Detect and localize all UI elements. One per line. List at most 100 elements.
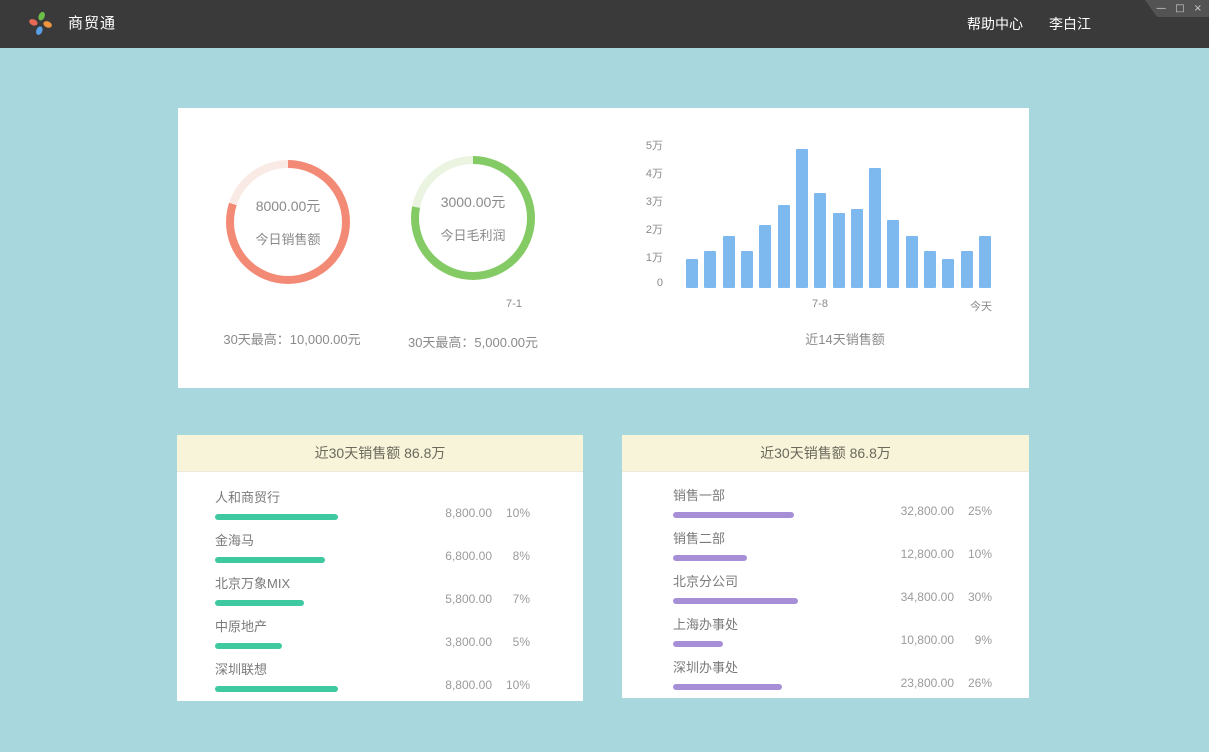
- department-name: 销售一部: [673, 485, 874, 504]
- department-value: 10,800.00 9%: [874, 633, 992, 647]
- today-profit-label: 今日毛利润: [440, 225, 505, 244]
- department-name: 销售二部: [673, 528, 874, 547]
- customer-progress-bar: [215, 557, 325, 563]
- department-progress-bar: [673, 598, 798, 604]
- daily-sales-bar: [851, 209, 863, 288]
- app-window: { "titlebar": { "app_title": "商贸通", "hel…: [0, 0, 1209, 752]
- customers-rows: 人和商贸行 8,800.00 10% 金海马 6,800.00 8% 北京万象M…: [177, 472, 583, 692]
- department-value: 12,800.00 10%: [874, 547, 992, 561]
- customer-name: 深圳联想: [215, 659, 412, 678]
- x-tick-mid-day: 7-8: [812, 298, 828, 310]
- minimize-icon[interactable]: —: [1156, 4, 1166, 14]
- department-name: 深圳办事处: [673, 657, 874, 676]
- customer-value: 5,800.00 7%: [412, 592, 530, 606]
- department-row: 深圳办事处 23,800.00 26%: [673, 657, 992, 690]
- user-name-link[interactable]: 李白江: [1049, 14, 1091, 34]
- y-tick: 4万: [646, 165, 663, 181]
- today-profit-value: 3000.00元: [441, 192, 506, 212]
- department-amount: 32,800.00: [901, 504, 954, 518]
- sales-14day-bar-chart: [686, 148, 991, 288]
- customer-amount: 5,800.00: [445, 592, 492, 606]
- customer-progress-bar: [215, 686, 338, 692]
- department-amount: 23,800.00: [901, 676, 954, 690]
- customer-progress-bar: [215, 600, 304, 606]
- department-percent: 30%: [954, 590, 992, 604]
- customer-amount: 8,800.00: [445, 678, 492, 692]
- daily-sales-bar: [979, 236, 991, 288]
- app-title: 商贸通: [68, 0, 116, 48]
- daily-sales-bar: [759, 225, 771, 288]
- today-profit-donut: 3000.00元 今日毛利润: [411, 156, 535, 280]
- department-row: 销售二部 12,800.00 10%: [673, 528, 992, 561]
- daily-sales-bar: [723, 236, 735, 288]
- department-row: 上海办事处 10,800.00 9%: [673, 614, 992, 647]
- y-tick: 1万: [646, 249, 663, 265]
- departments-sales-card: 近30天销售额 86.8万 销售一部 32,800.00 25% 销售二部 12…: [622, 435, 1029, 698]
- department-percent: 26%: [954, 676, 992, 690]
- daily-sales-bar: [704, 251, 716, 288]
- y-tick: 0: [657, 277, 663, 289]
- app-logo-pinwheel-icon: [27, 10, 54, 37]
- customer-row: 北京万象MIX 5,800.00 7%: [215, 573, 530, 606]
- department-percent: 9%: [954, 633, 992, 647]
- daily-sales-bar: [869, 168, 881, 288]
- daily-sales-bar: [906, 236, 918, 288]
- department-name: 上海办事处: [673, 614, 874, 633]
- customer-row: 人和商贸行 8,800.00 10%: [215, 487, 530, 520]
- daily-sales-bar: [924, 251, 936, 288]
- customer-name: 人和商贸行: [215, 487, 412, 506]
- department-name: 北京分公司: [673, 571, 874, 590]
- sales-30day-max-label: 30天最高：10,000.00元: [223, 329, 360, 348]
- department-progress-bar: [673, 684, 782, 690]
- customers-card-title: 近30天销售额 86.8万: [177, 435, 583, 472]
- customer-row: 金海马 6,800.00 8%: [215, 530, 530, 563]
- customers-sales-card: 近30天销售额 86.8万 人和商贸行 8,800.00 10% 金海马 6,8…: [177, 435, 583, 701]
- x-tick-first-day: 7-1: [506, 298, 522, 310]
- daily-sales-bar: [887, 220, 899, 288]
- bar-chart-caption: 近14天销售额: [805, 329, 884, 348]
- help-center-link[interactable]: 帮助中心: [967, 14, 1023, 34]
- daily-sales-bar: [942, 259, 954, 288]
- daily-sales-bar: [741, 251, 753, 288]
- daily-sales-bar: [686, 259, 698, 288]
- customer-progress-bar: [215, 514, 338, 520]
- today-sales-value: 8000.00元: [256, 196, 321, 216]
- y-tick: 2万: [646, 221, 663, 237]
- customer-name: 金海马: [215, 530, 412, 549]
- customer-row: 深圳联想 8,800.00 10%: [215, 659, 530, 692]
- department-progress-bar: [673, 512, 794, 518]
- bar-chart-y-axis: 5万 4万 3万 2万 1万 0: [598, 137, 663, 289]
- customer-value: 6,800.00 8%: [412, 549, 530, 563]
- close-icon[interactable]: ×: [1194, 4, 1202, 14]
- department-amount: 10,800.00: [901, 633, 954, 647]
- daily-sales-bar: [796, 149, 808, 288]
- profit-30day-max-label: 30天最高：5,000.00元: [408, 332, 538, 351]
- customer-amount: 8,800.00: [445, 506, 492, 520]
- customer-value: 8,800.00 10%: [412, 678, 530, 692]
- today-sales-donut-center: 8000.00元 今日销售额: [226, 160, 350, 284]
- department-progress-bar: [673, 641, 723, 647]
- customer-percent: 5%: [492, 635, 530, 649]
- customer-row: 中原地产 3,800.00 5%: [215, 616, 530, 649]
- titlebar-menu: 帮助中心 李白江: [967, 0, 1091, 48]
- department-value: 32,800.00 25%: [874, 504, 992, 518]
- departments-card-title: 近30天销售额 86.8万: [622, 435, 1029, 472]
- overview-card: 8000.00元 今日销售额 30天最高：10,000.00元 3000.00元…: [178, 108, 1029, 388]
- customer-percent: 8%: [492, 549, 530, 563]
- y-tick: 5万: [646, 137, 663, 153]
- customer-value: 3,800.00 5%: [412, 635, 530, 649]
- customer-name: 北京万象MIX: [215, 573, 412, 592]
- maximize-icon[interactable]: □: [1175, 4, 1184, 14]
- customer-amount: 6,800.00: [445, 549, 492, 563]
- customer-percent: 10%: [492, 678, 530, 692]
- customer-value: 8,800.00 10%: [412, 506, 530, 520]
- daily-sales-bar: [814, 193, 826, 288]
- department-percent: 25%: [954, 504, 992, 518]
- department-amount: 12,800.00: [901, 547, 954, 561]
- window-controls: — □ ×: [1145, 0, 1209, 17]
- department-progress-bar: [673, 555, 747, 561]
- customer-progress-bar: [215, 643, 282, 649]
- daily-sales-bar: [778, 205, 790, 288]
- today-sales-donut: 8000.00元 今日销售额: [226, 160, 350, 284]
- today-profit-donut-center: 3000.00元 今日毛利润: [411, 156, 535, 280]
